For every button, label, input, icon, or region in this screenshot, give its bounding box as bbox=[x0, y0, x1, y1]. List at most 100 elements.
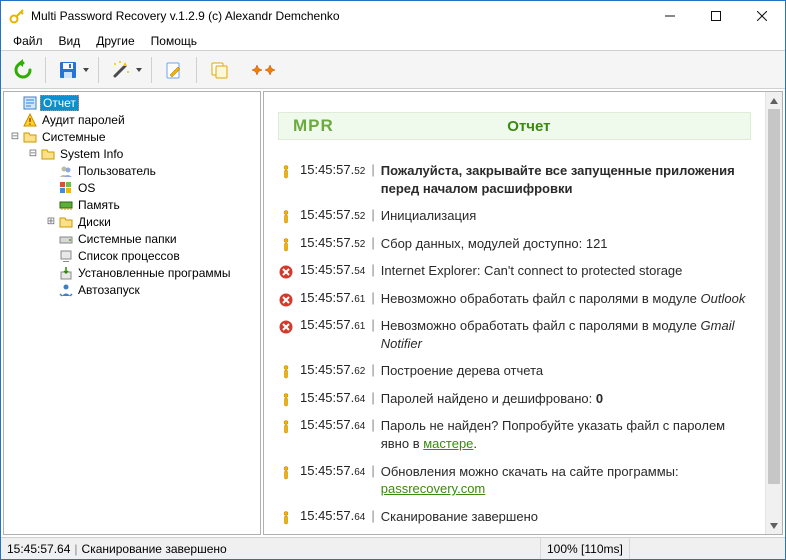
window-title: Multi Password Recovery v.1.2.9 (c) Alex… bbox=[31, 9, 647, 23]
tree-panel[interactable]: Отчет Аудит паролей ⊟ Системные ⊟ System… bbox=[3, 91, 261, 535]
titlebar: Multi Password Recovery v.1.2.9 (c) Alex… bbox=[1, 1, 785, 31]
error-icon bbox=[278, 292, 294, 308]
toolbar-separator bbox=[196, 57, 197, 83]
log-message: Сбор данных, модулей доступно: 121 bbox=[381, 235, 751, 253]
report-panel: MPR Отчет 15:45:57.52|Пожалуйста, закрыв… bbox=[263, 91, 783, 535]
warning-icon bbox=[22, 112, 38, 128]
log-message: Пожалуйста, закрывайте все запущенные пр… bbox=[381, 162, 751, 197]
tree-item-sysfolders[interactable]: Системные папки bbox=[4, 230, 260, 247]
users-icon bbox=[58, 163, 74, 179]
scroll-up-button[interactable] bbox=[766, 92, 782, 109]
log-timestamp: 15:45:57.62 bbox=[300, 362, 365, 377]
tree-item-system[interactable]: ⊟ Системные bbox=[4, 128, 260, 145]
scroll-down-button[interactable] bbox=[766, 517, 782, 534]
installed-icon bbox=[58, 265, 74, 281]
log-message: Internet Explorer: Can't connect to prot… bbox=[381, 262, 751, 280]
tree-item-autorun[interactable]: Автозапуск bbox=[4, 281, 260, 298]
app-key-icon bbox=[9, 8, 25, 24]
scroll-track[interactable] bbox=[766, 109, 782, 517]
mpr-logo: MPR bbox=[279, 116, 348, 136]
minimize-button[interactable] bbox=[647, 1, 693, 31]
toolbar-separator bbox=[45, 57, 46, 83]
close-button[interactable] bbox=[739, 1, 785, 31]
folder-icon bbox=[58, 214, 74, 230]
tree-item-disks[interactable]: ⊞ Диски bbox=[4, 213, 260, 230]
info-icon bbox=[278, 164, 294, 180]
report-body[interactable]: MPR Отчет 15:45:57.52|Пожалуйста, закрыв… bbox=[264, 92, 765, 534]
save-button[interactable] bbox=[54, 56, 82, 84]
tree-item-os[interactable]: OS bbox=[4, 179, 260, 196]
tree-collapse-icon[interactable]: ⊟ bbox=[8, 131, 22, 142]
log-timestamp: 15:45:57.52 bbox=[300, 207, 365, 222]
save-dropdown[interactable] bbox=[82, 68, 90, 72]
log-row: 15:45:57.52|Инициализация bbox=[278, 207, 751, 225]
tree-item-report[interactable]: Отчет bbox=[4, 94, 260, 111]
log-row: 15:45:57.64|Паролей найдено и дешифрован… bbox=[278, 390, 751, 408]
autorun-icon bbox=[58, 282, 74, 298]
error-icon bbox=[278, 319, 294, 335]
folder-open-icon bbox=[40, 146, 56, 162]
process-icon bbox=[58, 248, 74, 264]
log-row: 15:45:57.54|Internet Explorer: Can't con… bbox=[278, 262, 751, 280]
log-row: 15:45:57.52|Сбор данных, модулей доступн… bbox=[278, 235, 751, 253]
log-row: 15:45:57.64|Сканирование завершено bbox=[278, 508, 751, 526]
tree-collapse-icon[interactable]: ⊟ bbox=[26, 148, 40, 159]
report-title: Отчет bbox=[348, 118, 750, 135]
info-icon bbox=[278, 465, 294, 481]
info-icon bbox=[278, 237, 294, 253]
folder-open-icon bbox=[22, 129, 38, 145]
info-icon bbox=[278, 364, 294, 380]
memory-icon bbox=[58, 197, 74, 213]
statusbar: 15:45:57.64 | Сканирование завершено 100… bbox=[1, 537, 785, 559]
maximize-button[interactable] bbox=[693, 1, 739, 31]
log-message: Инициализация bbox=[381, 207, 751, 225]
tree-expand-icon[interactable]: ⊞ bbox=[44, 216, 58, 227]
info-icon bbox=[278, 510, 294, 526]
log-message: Невозможно обработать файл с паролями в … bbox=[381, 317, 751, 352]
log-message: Обновления можно скачать на сайте програ… bbox=[381, 463, 751, 498]
scrollbar[interactable] bbox=[765, 92, 782, 534]
log-timestamp: 15:45:57.61 bbox=[300, 290, 365, 305]
scroll-thumb[interactable] bbox=[768, 109, 780, 484]
tree-item-memory[interactable]: Память bbox=[4, 196, 260, 213]
log-timestamp: 15:45:57.64 bbox=[300, 463, 365, 478]
info-icon bbox=[278, 392, 294, 408]
tree-item-processes[interactable]: Список процессов bbox=[4, 247, 260, 264]
toolbar bbox=[1, 51, 785, 89]
log-row: 15:45:57.64|Обновления можно скачать на … bbox=[278, 463, 751, 498]
log-timestamp: 15:45:57.52 bbox=[300, 162, 365, 177]
star-icon bbox=[251, 64, 263, 76]
error-icon bbox=[278, 264, 294, 280]
tree-item-sysinfo[interactable]: ⊟ System Info bbox=[4, 145, 260, 162]
log-message: Паролей найдено и дешифровано: 0 bbox=[381, 390, 751, 408]
tree-item-audit[interactable]: Аудит паролей bbox=[4, 111, 260, 128]
refresh-button[interactable] bbox=[9, 56, 37, 84]
menu-help[interactable]: Помощь bbox=[143, 32, 205, 50]
menu-file[interactable]: Файл bbox=[5, 32, 51, 50]
edit-button[interactable] bbox=[160, 56, 188, 84]
tree-item-user[interactable]: Пользователь bbox=[4, 162, 260, 179]
log-timestamp: 15:45:57.52 bbox=[300, 235, 365, 250]
wizard-button[interactable] bbox=[107, 56, 135, 84]
windows-icon bbox=[58, 180, 74, 196]
menu-view[interactable]: Вид bbox=[51, 32, 89, 50]
star-icon bbox=[264, 64, 276, 76]
log-timestamp: 15:45:57.54 bbox=[300, 262, 365, 277]
copy-button[interactable] bbox=[205, 56, 233, 84]
drive-icon bbox=[58, 231, 74, 247]
log-timestamp: 15:45:57.64 bbox=[300, 417, 365, 432]
log-row: 15:45:57.62|Построение дерева отчета bbox=[278, 362, 751, 380]
info-icon bbox=[278, 209, 294, 225]
log-message: Пароль не найден? Попробуйте указать фай… bbox=[381, 417, 751, 452]
wizard-dropdown[interactable] bbox=[135, 68, 143, 72]
tree-item-installed[interactable]: Установленные программы bbox=[4, 264, 260, 281]
log-timestamp: 15:45:57.61 bbox=[300, 317, 365, 332]
menu-other[interactable]: Другие bbox=[88, 32, 142, 50]
log-row: 15:45:57.64|Пароль не найден? Попробуйте… bbox=[278, 417, 751, 452]
menubar: Файл Вид Другие Помощь bbox=[1, 31, 785, 51]
status-timestamp: 15:45:57.64 bbox=[7, 542, 70, 556]
report-header: MPR Отчет bbox=[278, 112, 751, 140]
log-row: 15:45:57.52|Пожалуйста, закрывайте все з… bbox=[278, 162, 751, 197]
log-row: 15:45:57.61|Невозможно обработать файл с… bbox=[278, 290, 751, 308]
log-message: Сканирование завершено bbox=[381, 508, 751, 526]
